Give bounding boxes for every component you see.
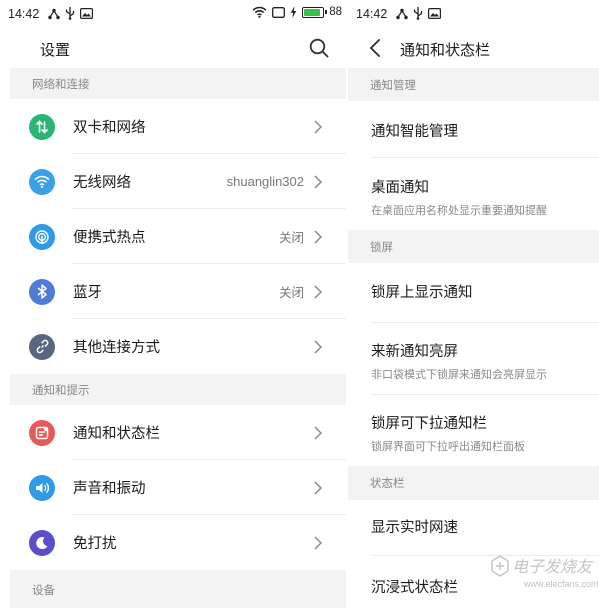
moon-icon — [29, 529, 55, 556]
title-bar: 通知和状态栏 — [348, 30, 599, 68]
charging-icon — [291, 6, 297, 18]
settings-item-label: 免打扰 — [73, 536, 117, 552]
watermark-logo-icon — [491, 555, 509, 577]
chevron-right-icon — [314, 229, 322, 244]
setting-title: 桌面通知 — [371, 180, 429, 196]
settings-item-do-not-disturb[interactable]: 免打扰 — [0, 515, 346, 570]
wifi-icon — [29, 168, 55, 195]
settings-item-notification-statusbar[interactable]: 通知和状态栏 — [0, 405, 346, 460]
settings-item-label: 便携式热点 — [73, 230, 146, 246]
settings-item-label: 其他连接方式 — [73, 340, 160, 356]
setting-desktop-notification[interactable]: 桌面通知 在桌面应用名称处显示重要通知提醒 — [348, 158, 599, 230]
watermark: 电子发烧友 www.elecfans.com — [490, 553, 599, 605]
battery-icon — [302, 6, 327, 18]
dual-sim-icon — [29, 113, 55, 140]
watermark-text: 电子发烧友 — [512, 557, 593, 576]
link-icon — [29, 333, 55, 360]
usb-icon — [65, 7, 75, 20]
settings-screen: 14:42 88 设置 网络和连接 双卡和网络 无线网络 shuanglin30… — [0, 0, 346, 608]
settings-item-bluetooth[interactable]: 蓝牙 关闭 — [0, 264, 346, 319]
status-bar: 14:42 88 — [0, 0, 346, 30]
settings-item-label: 通知和状态栏 — [73, 426, 160, 442]
screen-cast-icon — [272, 6, 286, 18]
section-header-notification-management: 通知管理 — [348, 68, 599, 101]
status-bar: 14:42 — [348, 0, 599, 30]
hotspot-icon — [29, 223, 55, 250]
bluetooth-status: 关闭 — [278, 285, 304, 300]
battery-level: 88 — [329, 6, 342, 18]
section-header-status-bar: 状态栏 — [348, 466, 599, 500]
setting-subtitle: 在桌面应用名称处显示重要通知提醒 — [371, 204, 547, 217]
back-arrow-icon[interactable] — [368, 38, 384, 58]
title-bar: 设置 — [0, 30, 346, 68]
bluetooth-icon — [29, 278, 55, 305]
wifi-ssid: shuanglin302 — [226, 174, 304, 189]
setting-subtitle: 锁屏界面可下拉呼出通知栏面板 — [371, 440, 525, 453]
setting-title: 通知智能管理 — [371, 124, 458, 140]
settings-item-label: 双卡和网络 — [73, 120, 146, 136]
chevron-right-icon — [314, 119, 322, 134]
settings-item-label: 声音和振动 — [73, 481, 146, 497]
image-notification-icon — [428, 8, 441, 19]
setting-title: 锁屏可下拉通知栏 — [371, 416, 487, 432]
chevron-right-icon — [314, 425, 322, 440]
settings-item-hotspot[interactable]: 便携式热点 关闭 — [0, 209, 346, 264]
share-icon — [396, 8, 408, 19]
setting-wake-on-notification[interactable]: 来新通知亮屏 非口袋模式下锁屏来通知会亮屏显示 — [348, 323, 599, 395]
setting-realtime-speed[interactable]: 显示实时网速 — [348, 500, 599, 556]
section-header-notifications: 通知和提示 — [10, 374, 346, 405]
settings-item-label: 蓝牙 — [73, 285, 102, 301]
settings-item-label: 无线网络 — [73, 175, 131, 191]
chevron-right-icon — [314, 284, 322, 299]
chevron-right-icon — [314, 535, 322, 550]
setting-title: 显示实时网速 — [371, 520, 458, 536]
hotspot-status: 关闭 — [278, 230, 304, 245]
settings-item-wifi[interactable]: 无线网络 shuanglin302 — [0, 154, 346, 209]
sound-icon — [29, 474, 55, 501]
setting-show-on-lockscreen[interactable]: 锁屏上显示通知 — [348, 263, 599, 323]
setting-title: 锁屏上显示通知 — [371, 285, 473, 301]
section-header-device: 设备 — [10, 570, 346, 608]
status-time: 14:42 — [356, 7, 388, 21]
section-header-network: 网络和连接 — [10, 68, 346, 99]
setting-subtitle: 非口袋模式下锁屏来通知会亮屏显示 — [371, 368, 547, 381]
setting-smart-notification[interactable]: 通知智能管理 — [348, 101, 599, 158]
usb-icon — [413, 7, 423, 20]
settings-item-sound[interactable]: 声音和振动 — [0, 460, 346, 515]
chevron-right-icon — [314, 174, 322, 189]
setting-title: 来新通知亮屏 — [371, 344, 458, 360]
watermark-url: www.elecfans.com — [524, 579, 599, 589]
section-header-lock-screen: 锁屏 — [348, 230, 599, 263]
page-title: 设置 — [40, 41, 71, 59]
settings-item-other-connections[interactable]: 其他连接方式 — [0, 319, 346, 374]
image-notification-icon — [80, 8, 93, 19]
share-icon — [48, 8, 60, 19]
settings-item-dual-sim[interactable]: 双卡和网络 — [0, 99, 346, 154]
search-icon[interactable] — [308, 37, 330, 59]
page-title: 通知和状态栏 — [400, 41, 491, 59]
notification-icon — [29, 419, 55, 446]
wifi-signal-icon — [252, 6, 267, 18]
chevron-right-icon — [314, 480, 322, 495]
setting-lockscreen-pulldown[interactable]: 锁屏可下拉通知栏 锁屏界面可下拉呼出通知栏面板 — [348, 395, 599, 466]
chevron-right-icon — [314, 339, 322, 354]
status-time: 14:42 — [8, 7, 40, 21]
notification-statusbar-screen: 14:42 通知和状态栏 通知管理 通知智能管理 桌面通知 在桌面应用名称处显示… — [348, 0, 599, 608]
